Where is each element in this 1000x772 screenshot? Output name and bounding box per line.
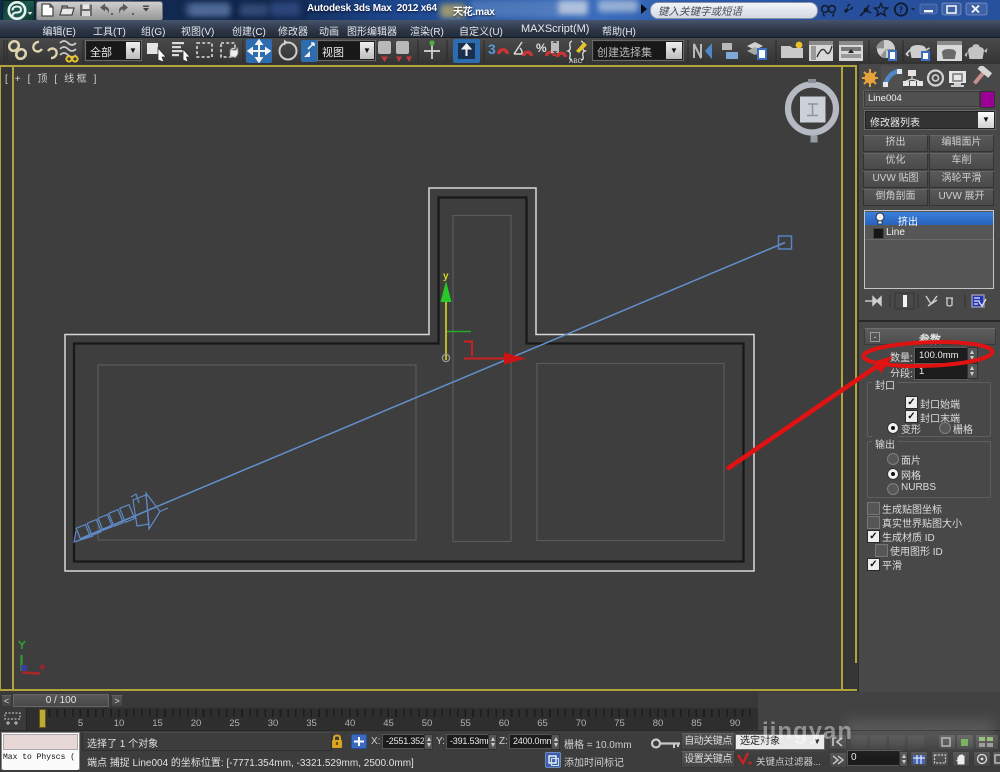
svg-text:%: % — [536, 41, 547, 55]
svg-text:3: 3 — [488, 41, 496, 57]
svg-text:?: ? — [899, 5, 904, 15]
svg-text:y: y — [443, 271, 449, 282]
